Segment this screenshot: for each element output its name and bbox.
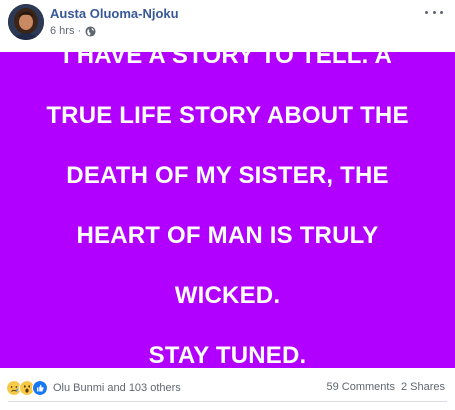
facebook-post: Austa Oluoma-Njoku 6 hrs · I HAVE A STOR… xyxy=(0,0,455,410)
post-footer: Olu Bunmi and 103 others 59 Comments 2 Sh… xyxy=(0,372,455,402)
post-text-line: DEATH OF MY SISTER, THE xyxy=(66,162,389,189)
post-text-line: TRUE LIFE STORY ABOUT THE xyxy=(46,102,409,129)
shares-count[interactable]: 2 Shares xyxy=(401,381,445,393)
post-text-line: I HAVE A STORY TO TELL. A xyxy=(62,42,393,69)
more-dot xyxy=(440,10,443,14)
post-text-line: STAY TUNED. xyxy=(148,342,307,369)
post-text: I HAVE A STORY TO TELL. A TRUE LIFE STOR… xyxy=(18,11,438,401)
post-text-banner: I HAVE A STORY TO TELL. A TRUE LIFE STOR… xyxy=(0,42,455,369)
reactions-summary[interactable]: Olu Bunmi and 103 others xyxy=(6,380,181,396)
reactors-text[interactable]: Olu Bunmi and 103 others xyxy=(53,382,181,394)
like-reaction-icon xyxy=(32,380,48,396)
post-text-line: HEART OF MAN IS TRULY xyxy=(76,222,379,249)
footer-divider xyxy=(8,401,447,402)
engagement-counts: 59 Comments 2 Shares xyxy=(326,381,445,393)
comments-count[interactable]: 59 Comments xyxy=(326,381,394,393)
post-text-line: WICKED. xyxy=(174,282,281,309)
